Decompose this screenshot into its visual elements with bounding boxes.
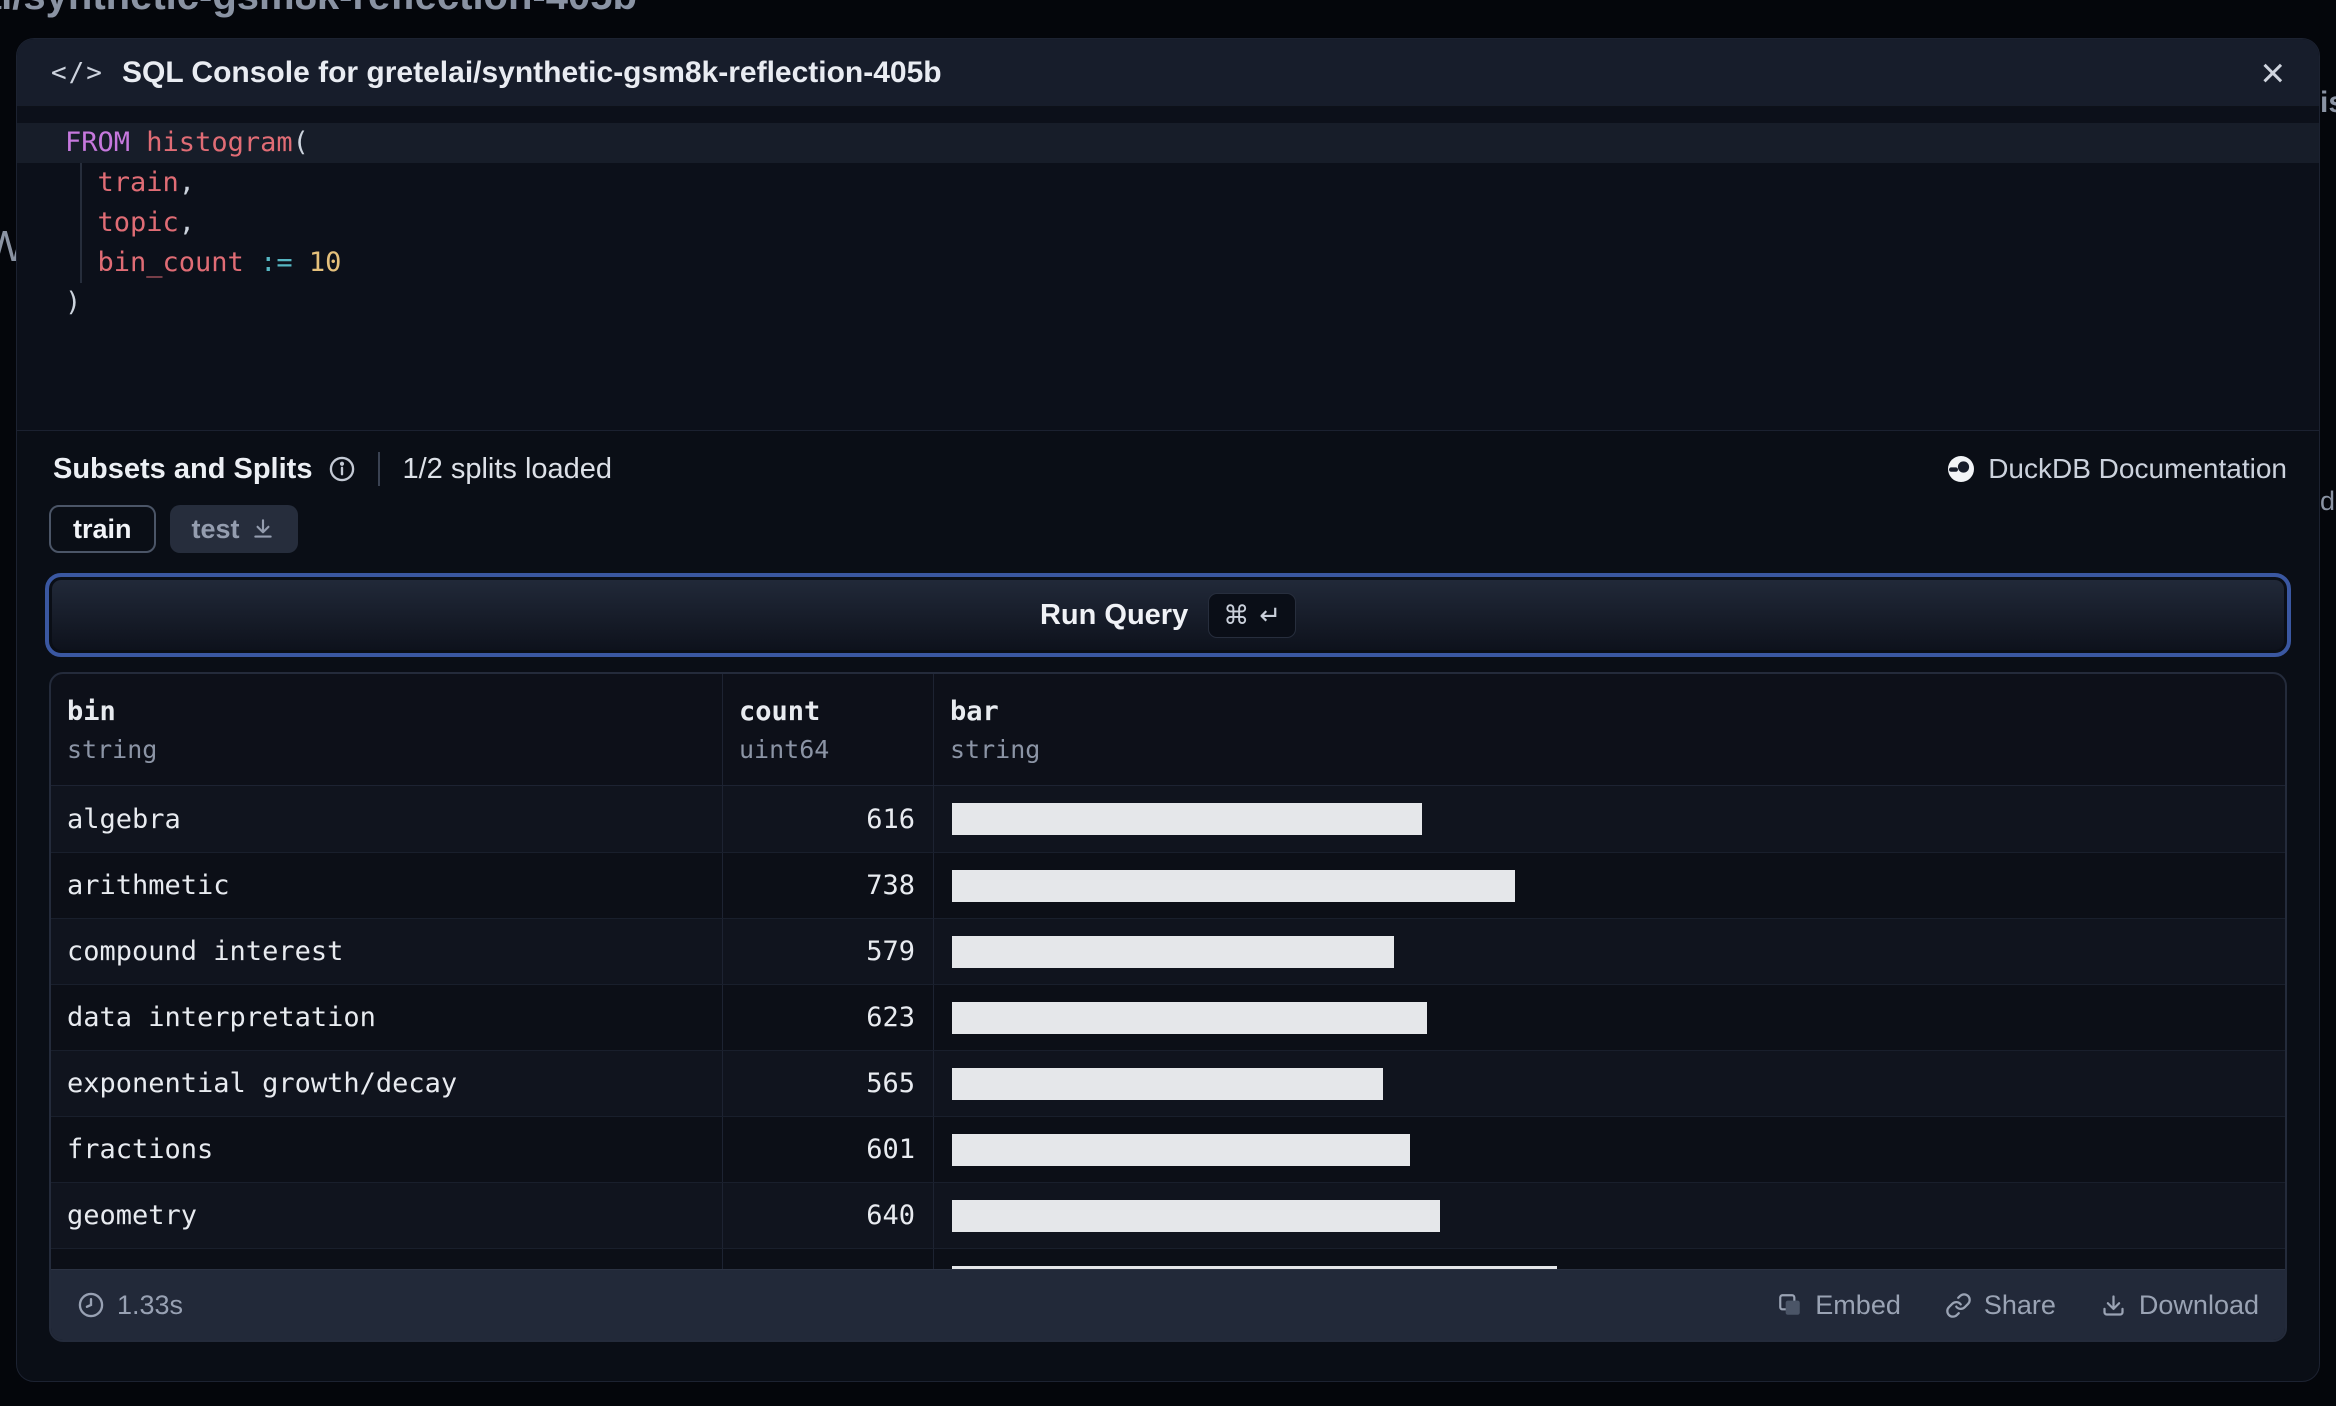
bar-cell (934, 919, 2285, 984)
table-row: exponential growth/decay 565 (51, 1050, 2285, 1116)
code-icon: </> (51, 57, 104, 88)
table-header: bin string count uint64 bar string (51, 674, 2285, 786)
bar-cell (934, 853, 2285, 918)
embed-label: Embed (1815, 1289, 1901, 1320)
histogram-bar (952, 803, 1422, 835)
download-icon (250, 516, 276, 542)
return-key-icon: ↵ (1259, 599, 1282, 630)
bar-cell (934, 1117, 2285, 1182)
share-link-icon (1945, 1292, 1972, 1319)
tab-train[interactable]: train (49, 505, 156, 553)
query-elapsed-time: 1.33s (77, 1290, 183, 1321)
download-label: Download (2138, 1289, 2259, 1320)
column-type: string (950, 735, 1041, 764)
embed-icon (1777, 1292, 1803, 1318)
clock-icon (77, 1291, 105, 1319)
modal-header: </> SQL Console for gretelai/synthetic-g… (17, 39, 2319, 107)
histogram-bar (952, 869, 1515, 902)
duckdb-logo-icon (1946, 454, 1976, 484)
info-icon[interactable] (328, 455, 356, 483)
column-name: count (739, 696, 821, 727)
column-name: bin (67, 696, 116, 727)
tab-test[interactable]: test (169, 505, 298, 553)
bin-cell: algebra (51, 786, 723, 852)
backdrop-text-fragment: is (2320, 86, 2336, 119)
column-header-count[interactable]: count uint64 (723, 674, 934, 785)
code-line: ) (65, 287, 82, 318)
duckdb-documentation-label: DuckDB Documentation (1988, 453, 2287, 484)
code-lines: FROM histogram( train, topic, bin_count … (17, 123, 2319, 323)
modal-title: SQL Console for gretelai/synthetic-gsm8k… (121, 55, 942, 89)
duckdb-documentation-link[interactable]: DuckDB Documentation (1946, 453, 2287, 485)
column-type: string (67, 735, 158, 764)
code-line: topic, (17, 203, 2319, 243)
table-row: geometry 640 (51, 1182, 2285, 1248)
count-cell: 601 (723, 1117, 934, 1182)
bar-cell (934, 786, 2285, 852)
count-cell (723, 1249, 934, 1269)
code-line: bin_count := 10 (17, 243, 2319, 283)
table-row: algebra 616 (51, 786, 2285, 852)
query-results-panel: bin string count uint64 bar string algeb… (49, 672, 2287, 1342)
sql-console-modal: </> SQL Console for gretelai/synthetic-g… (16, 38, 2320, 1382)
code-line: train, (17, 163, 2319, 203)
close-button[interactable]: × (2260, 51, 2285, 94)
tab-test-label: test (191, 513, 240, 544)
bin-cell: fractions (51, 1117, 723, 1182)
column-header-bar[interactable]: bar string (934, 674, 2285, 785)
download-button[interactable]: Download (2100, 1290, 2259, 1321)
count-cell: 623 (723, 985, 934, 1050)
table-row: data interpretation 623 (51, 984, 2285, 1050)
bin-cell: data interpretation (51, 985, 723, 1050)
split-tabs: train test (49, 505, 2287, 553)
command-key-icon: ⌘ (1223, 599, 1250, 630)
column-header-bin[interactable]: bin string (51, 674, 723, 785)
keyboard-shortcut-badge: ⌘ ↵ (1208, 592, 1297, 638)
table-row: compound interest 579 (51, 918, 2285, 984)
vertical-separator (378, 452, 381, 486)
bin-cell: compound interest (51, 919, 723, 984)
table-rows: algebra 616 arithmetic 738 compound interest… (51, 786, 2285, 1269)
code-line: FROM histogram( (17, 123, 2319, 163)
histogram-bar (952, 1133, 1410, 1166)
splits-loaded-status: 1/2 splits loaded (402, 452, 613, 485)
bar-cell (934, 985, 2285, 1050)
count-cell: 640 (723, 1183, 934, 1248)
backdrop-text-fragment: gretelai/synthetic-gsm8k-reflection-405b (0, 0, 637, 19)
table-row-partial (51, 1248, 2285, 1269)
download-icon (2100, 1292, 2127, 1319)
share-button[interactable]: Share (1945, 1290, 2056, 1321)
column-name: bar (950, 696, 999, 727)
bar-cell (934, 1051, 2285, 1116)
histogram-bar (952, 1001, 1427, 1034)
share-label: Share (1983, 1289, 2056, 1320)
run-query-label: Run Query (1039, 598, 1189, 631)
bin-cell: arithmetic (51, 853, 723, 918)
section-title: Subsets and Splits (53, 452, 313, 485)
count-cell: 565 (723, 1051, 934, 1116)
tab-train-label: train (73, 513, 132, 544)
histogram-bar (952, 1199, 1440, 1232)
bin-cell (51, 1249, 723, 1269)
column-type: uint64 (739, 735, 830, 764)
results-footer: 1.33s Embed Share Download (51, 1269, 2285, 1340)
run-query-button[interactable]: Run Query ⌘ ↵ (45, 573, 2291, 657)
count-cell: 579 (723, 919, 934, 984)
histogram-bar (952, 1067, 1383, 1100)
count-cell: 738 (723, 853, 934, 918)
bar-cell (934, 1183, 2285, 1248)
subsets-splits-row: Subsets and Splits 1/2 splits loaded Duc… (53, 443, 2287, 495)
bin-cell: geometry (51, 1183, 723, 1248)
bar-cell (934, 1249, 2285, 1269)
footer-actions: Embed Share Download (1777, 1290, 2259, 1321)
bin-cell: exponential growth/decay (51, 1051, 723, 1116)
sql-editor[interactable]: FROM histogram( train, topic, bin_count … (17, 107, 2319, 431)
count-cell: 616 (723, 786, 934, 852)
backdrop-text-fragment: d (2320, 486, 2336, 516)
elapsed-value: 1.33s (117, 1289, 184, 1320)
table-row: arithmetic 738 (51, 852, 2285, 918)
table-row: fractions 601 (51, 1116, 2285, 1182)
embed-button[interactable]: Embed (1777, 1290, 1901, 1321)
histogram-bar (952, 935, 1394, 968)
